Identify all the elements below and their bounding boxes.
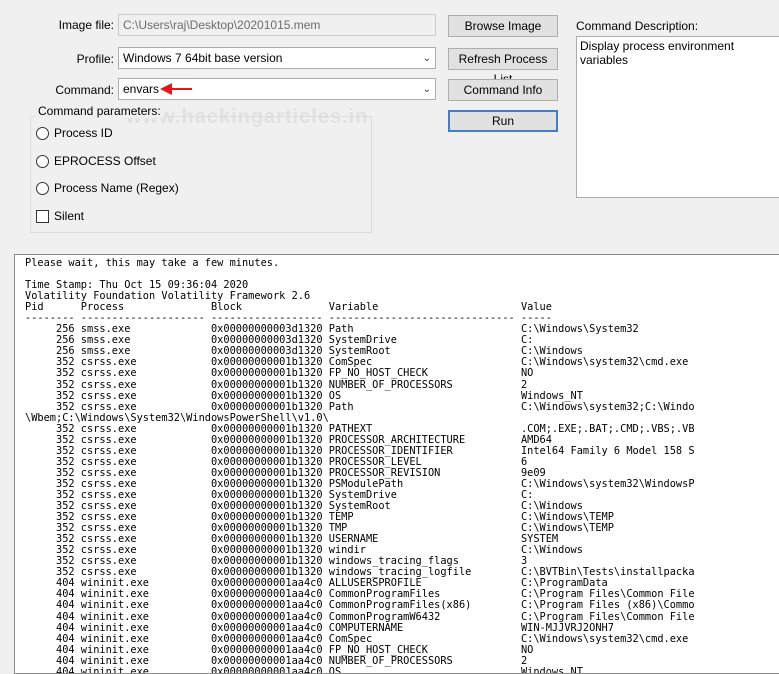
process-id-option[interactable]: Process ID — [36, 126, 113, 140]
browse-image-button[interactable]: Browse Image — [448, 15, 558, 37]
process-name-label: Process Name (Regex) — [54, 181, 179, 195]
silent-label: Silent — [54, 209, 85, 223]
profile-label: Profile: — [76, 52, 114, 66]
command-label: Command: — [55, 83, 114, 97]
image-file-label: Image file: — [58, 18, 114, 32]
run-button[interactable]: Run — [448, 110, 558, 132]
radio-icon[interactable] — [36, 181, 49, 195]
command-description-label: Command Description: — [576, 19, 699, 33]
eprocess-offset-option[interactable]: EPROCESS Offset — [36, 154, 156, 168]
chevron-down-icon[interactable]: ⌄ — [423, 51, 431, 67]
output-panel[interactable]: Please wait, this may take a few minutes… — [14, 254, 779, 674]
chevron-down-icon[interactable]: ⌄ — [423, 82, 431, 98]
radio-icon[interactable] — [36, 154, 49, 168]
command-info-button[interactable]: Command Info — [448, 79, 558, 101]
process-name-option[interactable]: Process Name (Regex) — [36, 181, 179, 195]
process-id-label: Process ID — [54, 126, 113, 140]
radio-icon[interactable] — [36, 126, 49, 140]
command-parameters-label: Command parameters: — [36, 104, 163, 118]
refresh-process-list-button[interactable]: Refresh Process List — [448, 48, 558, 86]
checkbox-icon[interactable] — [36, 209, 49, 223]
command-description-box: Display process environment variables — [576, 36, 779, 198]
command-value: envars — [123, 82, 160, 96]
eprocess-offset-label: EPROCESS Offset — [54, 154, 156, 168]
red-arrow-icon — [160, 83, 192, 95]
image-file-field[interactable]: C:\Users\raj\Desktop\20201015.mem — [118, 14, 436, 36]
profile-select[interactable]: Windows 7 64bit base version ⌄ — [118, 47, 436, 69]
output-text: Please wait, this may take a few minutes… — [25, 257, 695, 674]
silent-option[interactable]: Silent — [36, 209, 84, 223]
profile-value: Windows 7 64bit base version — [123, 51, 283, 65]
